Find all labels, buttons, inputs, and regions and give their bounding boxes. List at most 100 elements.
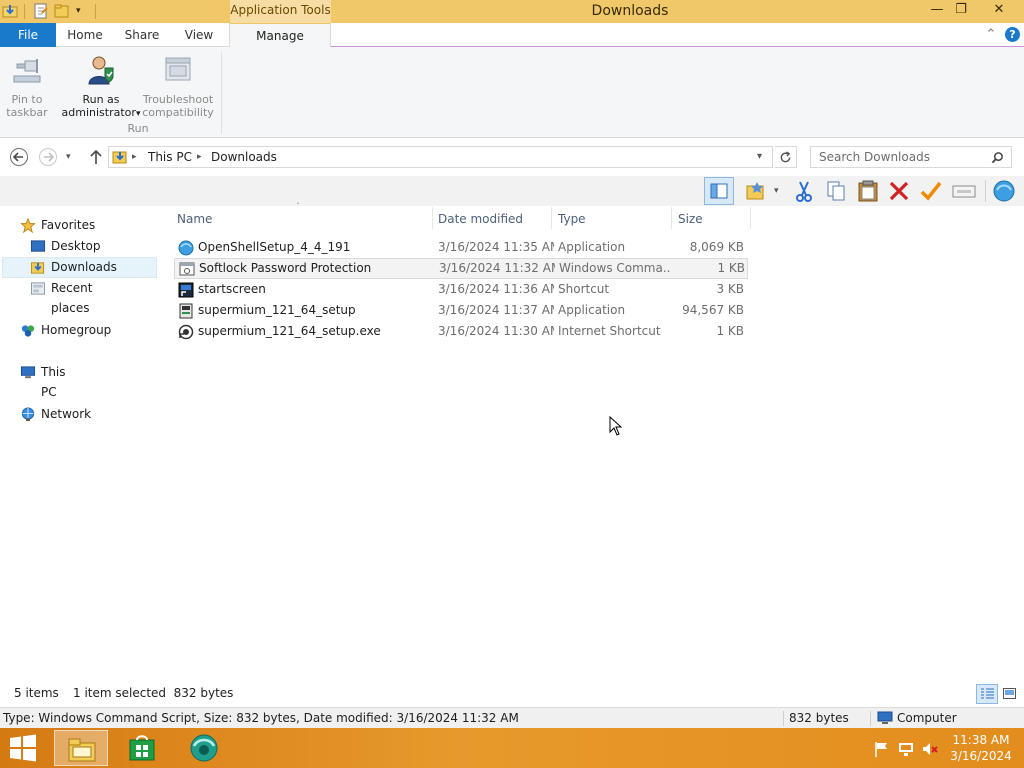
- column-header-name[interactable]: Name: [177, 209, 427, 229]
- taskbar-file-explorer[interactable]: [54, 730, 108, 766]
- file-date: 3/16/2024 11:35 AM: [438, 240, 554, 254]
- run-as-dropdown-icon[interactable]: ▾: [136, 109, 141, 119]
- shell-orb-icon[interactable]: [991, 178, 1017, 204]
- tab-home[interactable]: Home: [60, 23, 110, 47]
- file-row[interactable]: supermium_121_64_setup 3/16/2024 11:37 A…: [174, 300, 748, 321]
- file-row-selected[interactable]: Softlock Password Protection 3/16/2024 1…: [174, 258, 748, 279]
- file-date: 3/16/2024 11:37 AM: [438, 303, 554, 317]
- star-icon: [20, 218, 36, 233]
- browser-orb-icon: [190, 734, 218, 762]
- clock-time: 11:38 AM: [952, 733, 1010, 747]
- admin-user-icon: [88, 56, 114, 85]
- explorer-icon[interactable]: [2, 3, 18, 19]
- search-placeholder: Search Downloads: [819, 150, 930, 164]
- status-separator: [783, 711, 784, 726]
- homegroup-icon: [21, 325, 35, 337]
- column-separator[interactable]: [551, 207, 552, 229]
- file-row[interactable]: startscreen 3/16/2024 11:36 AM Shortcut …: [174, 279, 748, 300]
- search-icon[interactable]: [991, 151, 1004, 164]
- volume-muted-icon[interactable]: [921, 740, 939, 758]
- tab-file[interactable]: File: [0, 23, 56, 47]
- column-header-date[interactable]: Date modified: [438, 209, 548, 229]
- back-arrow-icon[interactable]: [9, 147, 29, 167]
- action-center-flag-icon[interactable]: [873, 740, 891, 758]
- file-name[interactable]: Softlock Password Protection: [199, 258, 429, 279]
- windows-start-icon[interactable]: [8, 734, 38, 762]
- tab-share[interactable]: Share: [118, 23, 166, 47]
- rename-check-icon[interactable]: [918, 178, 944, 204]
- taskbar-browser[interactable]: [176, 730, 230, 766]
- ribbon-collapse-icon[interactable]: ⌃: [984, 26, 998, 44]
- nav-desktop-label: Desktop: [51, 239, 101, 253]
- taskbar-store[interactable]: [114, 730, 168, 766]
- folder-options-icon[interactable]: [744, 178, 770, 204]
- preview-pane-button[interactable]: [704, 177, 734, 205]
- copy-icon[interactable]: [823, 178, 849, 204]
- details-view-button[interactable]: [976, 684, 998, 704]
- details-status-bar: Type: Windows Command Script, Size: 832 …: [0, 707, 1024, 728]
- file-name[interactable]: OpenShellSetup_4_4_191: [198, 237, 428, 258]
- breadcrumb-this-pc[interactable]: This PC: [148, 147, 192, 167]
- search-input[interactable]: Search Downloads: [810, 146, 1012, 168]
- file-row[interactable]: OpenShellSetup_4_4_191 3/16/2024 11:35 A…: [174, 237, 748, 258]
- new-folder-icon[interactable]: [54, 3, 70, 19]
- file-name[interactable]: supermium_121_64_setup.exe: [198, 321, 428, 342]
- file-date: 3/16/2024 11:30 AM: [438, 324, 554, 338]
- status-item-count: 5 items: [14, 686, 59, 700]
- layout-pane-icon: [710, 183, 728, 199]
- paste-icon[interactable]: [855, 178, 881, 204]
- pin-label-2: taskbar: [6, 106, 48, 119]
- network-tray-icon[interactable]: [897, 740, 915, 758]
- breadcrumb-separator: ▸: [132, 152, 137, 162]
- compatibility-icon: [165, 57, 191, 81]
- mouse-cursor-icon: [609, 416, 623, 436]
- column-separator[interactable]: [750, 207, 751, 229]
- qa-customize-icon[interactable]: ▾: [76, 3, 88, 19]
- toolbar-separator: [985, 180, 986, 202]
- folder-options-dropdown-icon[interactable]: ▾: [774, 180, 786, 202]
- status-details: Type: Windows Command Script, Size: 832 …: [3, 711, 519, 725]
- address-bar[interactable]: ▸ This PC ▸ Downloads ▾: [108, 146, 773, 168]
- breadcrumb-downloads[interactable]: Downloads: [211, 147, 277, 167]
- file-size: 3 KB: [716, 282, 744, 296]
- file-row[interactable]: supermium_121_64_setup.exe 3/16/2024 11:…: [174, 321, 748, 342]
- run-as-administrator-button[interactable]: Run as administrator▾: [58, 54, 144, 121]
- file-name[interactable]: startscreen: [198, 279, 428, 300]
- context-tab-application-tools: Application Tools: [230, 0, 331, 23]
- clock-date: 3/16/2024: [950, 749, 1012, 763]
- openshell-orb-icon: [178, 240, 194, 256]
- status-separator-2: [870, 711, 871, 726]
- nav-recent-label: Recent places: [51, 281, 93, 315]
- file-type: Application: [558, 240, 626, 254]
- large-icons-view-button[interactable]: [1000, 684, 1020, 704]
- troubleshoot-compatibility-button[interactable]: Troubleshoot compatibility: [142, 54, 214, 119]
- taskbar-clock[interactable]: 11:38 AM 3/16/2024: [944, 732, 1018, 764]
- delete-icon[interactable]: [886, 178, 912, 204]
- tab-view[interactable]: View: [176, 23, 222, 47]
- close-button[interactable]: ✕: [980, 0, 1018, 21]
- column-separator[interactable]: [432, 207, 433, 229]
- window-title: Downloads: [591, 3, 669, 19]
- file-date: 3/16/2024 11:32 AM: [439, 261, 555, 275]
- properties-icon[interactable]: [33, 3, 49, 19]
- run-as-label-1: Run as: [82, 93, 120, 106]
- nav-favorites-label: Favorites: [41, 218, 96, 232]
- maximize-button[interactable]: ❐: [946, 0, 976, 21]
- up-arrow-icon[interactable]: [86, 147, 106, 167]
- file-type: Windows Comma...: [559, 261, 671, 275]
- column-header-type[interactable]: Type: [558, 209, 668, 229]
- help-icon[interactable]: ?: [1005, 27, 1020, 42]
- refresh-button[interactable]: [775, 146, 797, 168]
- column-separator[interactable]: [671, 207, 672, 229]
- tab-manage[interactable]: Manage: [229, 23, 331, 48]
- file-name[interactable]: supermium_121_64_setup: [198, 300, 428, 321]
- network-icon: [21, 407, 35, 422]
- recent-locations-chevron-icon[interactable]: ▾: [66, 148, 78, 166]
- properties-toolbar-icon[interactable]: [951, 178, 977, 204]
- cut-icon[interactable]: [791, 178, 817, 204]
- column-header-size[interactable]: Size: [678, 209, 748, 229]
- forward-arrow-icon[interactable]: [38, 147, 58, 167]
- item-status-bar: 5 items 1 item selected 832 bytes: [0, 683, 1024, 705]
- address-dropdown-icon[interactable]: ▾: [757, 147, 762, 167]
- pin-to-taskbar-button[interactable]: Pin to taskbar: [4, 54, 50, 119]
